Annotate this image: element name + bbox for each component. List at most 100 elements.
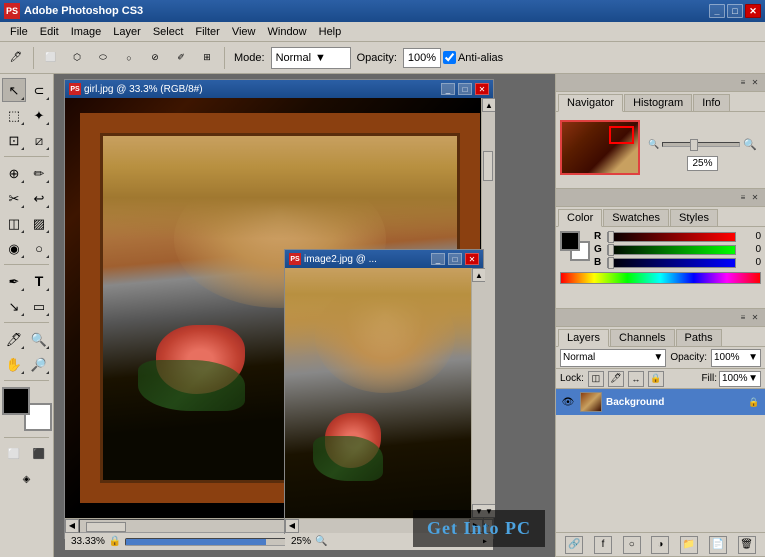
scroll-up-1[interactable]: ▲ bbox=[482, 98, 495, 112]
marquee-opt6[interactable]: ✐ bbox=[169, 46, 193, 70]
pen-tool[interactable]: ✒ bbox=[2, 269, 26, 293]
add-mask-btn[interactable]: ○ bbox=[623, 536, 641, 554]
menu-edit[interactable]: Edit bbox=[34, 24, 65, 40]
g-slider[interactable] bbox=[607, 245, 736, 255]
nav-panel-menu[interactable]: ≡ bbox=[737, 77, 749, 89]
tab-histogram[interactable]: Histogram bbox=[624, 94, 692, 111]
doc-titlebar-1[interactable]: PS girl.jpg @ 33.3% (RGB/8#) _ □ ✕ bbox=[65, 80, 493, 98]
tab-info[interactable]: Info bbox=[693, 94, 729, 111]
nav-slider-track[interactable] bbox=[662, 142, 740, 147]
standard-mode-btn[interactable]: ⬜ bbox=[2, 442, 26, 466]
r-value[interactable]: 0 bbox=[739, 231, 761, 242]
doc-close-1[interactable]: ✕ bbox=[475, 83, 489, 95]
zoom-tool[interactable]: 🔎 bbox=[27, 352, 51, 376]
g-value[interactable]: 0 bbox=[739, 244, 761, 255]
tab-styles[interactable]: Styles bbox=[670, 209, 718, 226]
g-thumb[interactable] bbox=[608, 244, 614, 256]
tab-channels[interactable]: Channels bbox=[610, 329, 674, 346]
new-adjustment-btn[interactable]: ◑ bbox=[651, 536, 669, 554]
gradient-tool[interactable]: ▨ bbox=[27, 211, 51, 235]
lock-position-btn[interactable]: ↔ bbox=[628, 371, 644, 387]
tab-paths[interactable]: Paths bbox=[676, 329, 722, 346]
layers-panel-menu[interactable]: ≡ bbox=[737, 312, 749, 324]
close-button[interactable]: ✕ bbox=[745, 4, 761, 18]
new-group-btn[interactable]: 📁 bbox=[680, 536, 698, 554]
marquee-opt7[interactable]: ⊞ bbox=[195, 46, 219, 70]
path-selection-tool[interactable]: ↘ bbox=[2, 294, 26, 318]
hand-tool[interactable]: ✋ bbox=[2, 352, 26, 376]
history-brush-tool[interactable]: ↩ bbox=[27, 186, 51, 210]
doc-minimize-2[interactable]: _ bbox=[431, 253, 445, 265]
scroll-hthumb-1[interactable] bbox=[86, 522, 126, 532]
doc-maximize-2[interactable]: □ bbox=[448, 253, 462, 265]
marquee-opt4[interactable]: ○ bbox=[117, 46, 141, 70]
vscrollbar-2[interactable]: ▲ ▼ bbox=[471, 268, 485, 518]
color-panel-close[interactable]: ✕ bbox=[749, 192, 761, 204]
type-tool[interactable]: T bbox=[27, 269, 51, 293]
cs-online-btn[interactable]: ◈ bbox=[15, 467, 39, 491]
scroll-up-2[interactable]: ▲ bbox=[472, 268, 485, 282]
add-style-btn[interactable]: f bbox=[594, 536, 612, 554]
dodge-tool[interactable]: ○ bbox=[27, 236, 51, 260]
lock-transparent-btn[interactable]: ◫ bbox=[588, 371, 604, 387]
opacity-dropdown[interactable]: 100% ▼ bbox=[711, 349, 761, 367]
doc-minimize-1[interactable]: _ bbox=[441, 83, 455, 95]
foreground-color-swatch[interactable] bbox=[2, 387, 30, 415]
menu-file[interactable]: File bbox=[4, 24, 34, 40]
marquee-opt1[interactable]: ⬜ bbox=[39, 46, 63, 70]
doc-maximize-1[interactable]: □ bbox=[458, 83, 472, 95]
clone-stamp-tool[interactable]: ✂ bbox=[2, 186, 26, 210]
crop-tool[interactable]: ⊡ bbox=[2, 128, 26, 152]
nav-zoom-value[interactable]: 25% bbox=[687, 156, 717, 171]
menu-select[interactable]: Select bbox=[147, 24, 190, 40]
antialias-option[interactable]: Anti-alias bbox=[443, 51, 503, 64]
marquee-opt3[interactable]: ⬭ bbox=[91, 46, 115, 70]
scroll-left-2[interactable]: ◀ bbox=[285, 519, 299, 533]
tab-navigator[interactable]: Navigator bbox=[558, 94, 623, 112]
nav-slider-thumb[interactable] bbox=[690, 139, 698, 151]
lock-all-btn[interactable]: 🔒 bbox=[648, 371, 664, 387]
marquee-opt2[interactable]: ⬡ bbox=[65, 46, 89, 70]
r-slider[interactable] bbox=[607, 232, 736, 242]
layer-visibility-bg[interactable]: 👁 bbox=[560, 394, 576, 410]
blend-mode-dropdown[interactable]: Normal ▼ bbox=[560, 349, 666, 367]
slice-tool[interactable]: ⧄ bbox=[27, 128, 51, 152]
menu-image[interactable]: Image bbox=[65, 24, 108, 40]
scroll-track-2[interactable] bbox=[472, 282, 485, 504]
blur-tool[interactable]: ◉ bbox=[2, 236, 26, 260]
tool-preset-btn[interactable]: 🖊 bbox=[4, 46, 28, 70]
layer-item-background[interactable]: 👁 Background 🔒 bbox=[556, 389, 765, 415]
menu-view[interactable]: View bbox=[226, 24, 262, 40]
doc-close-2[interactable]: ✕ bbox=[465, 253, 479, 265]
b-thumb[interactable] bbox=[608, 257, 614, 269]
scroll-thumb-1[interactable] bbox=[483, 151, 493, 181]
r-thumb[interactable] bbox=[608, 231, 614, 243]
eyedropper-tool[interactable]: 🔍 bbox=[27, 327, 51, 351]
marquee-opt5[interactable]: ⊘ bbox=[143, 46, 167, 70]
menu-layer[interactable]: Layer bbox=[107, 24, 147, 40]
fill-dropdown[interactable]: 100% ▼ bbox=[719, 371, 761, 387]
opacity-input[interactable] bbox=[403, 48, 441, 68]
fullscreen-mode-btn[interactable]: ⬛ bbox=[27, 442, 51, 466]
b-slider[interactable] bbox=[607, 258, 736, 268]
color-panel-menu[interactable]: ≡ bbox=[737, 192, 749, 204]
tab-color[interactable]: Color bbox=[558, 209, 602, 227]
b-value[interactable]: 0 bbox=[739, 257, 761, 268]
scroll-left-1[interactable]: ◀ bbox=[65, 519, 79, 533]
antialias-checkbox[interactable] bbox=[443, 51, 456, 64]
eraser-tool[interactable]: ◫ bbox=[2, 211, 26, 235]
shape-tool[interactable]: ▭ bbox=[27, 294, 51, 318]
marquee-tool[interactable]: ⬚ bbox=[2, 103, 26, 127]
color-spectrum[interactable] bbox=[560, 272, 761, 284]
nav-panel-close[interactable]: ✕ bbox=[749, 77, 761, 89]
lock-image-btn[interactable]: 🖊 bbox=[608, 371, 624, 387]
tab-layers[interactable]: Layers bbox=[558, 329, 609, 347]
doc-canvas-2[interactable]: ▲ ▼ bbox=[285, 268, 485, 518]
link-layers-btn[interactable]: 🔗 bbox=[565, 536, 583, 554]
tab-swatches[interactable]: Swatches bbox=[603, 209, 669, 226]
menu-window[interactable]: Window bbox=[262, 24, 313, 40]
brush-tool[interactable]: ✏ bbox=[27, 161, 51, 185]
move-tool[interactable]: ↖ bbox=[2, 78, 26, 102]
doc-titlebar-2[interactable]: PS image2.jpg @ ... _ □ ✕ bbox=[285, 250, 483, 268]
lasso-tool[interactable]: ⊂ bbox=[27, 78, 51, 102]
